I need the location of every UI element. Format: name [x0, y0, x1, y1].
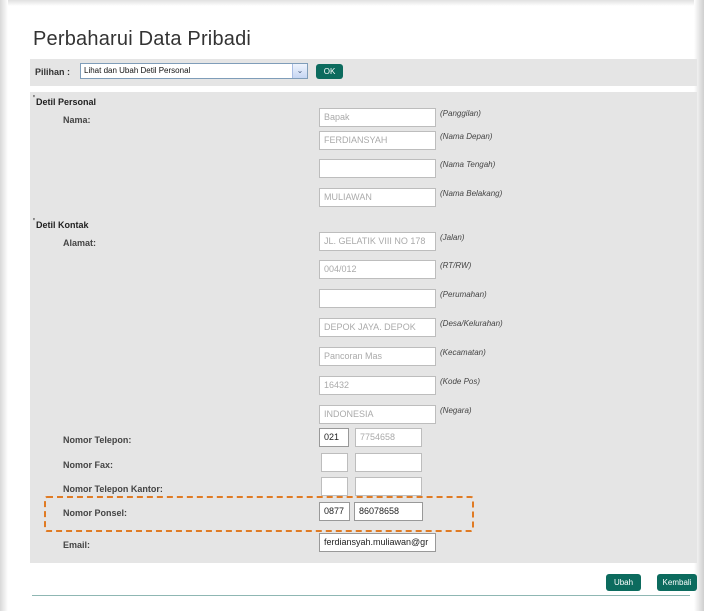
- telepon-kantor-label: Nomor Telepon Kantor:: [63, 484, 163, 494]
- rt-rw-hint: (RT/RW): [440, 261, 472, 270]
- email-field[interactable]: ferdiansyah.muliawan@gr: [319, 533, 436, 552]
- kode-pos-field[interactable]: 16432: [319, 376, 436, 395]
- kecamatan-hint: (Kecamatan): [440, 348, 486, 357]
- jalan-field[interactable]: JL. GELATIK VIII NO 178: [319, 232, 436, 251]
- form-area: Detil Personal Nama: Bapak (Panggilan) F…: [30, 92, 697, 563]
- kantor-number-field[interactable]: [355, 477, 422, 496]
- pilihan-label: Pilihan :: [35, 67, 71, 77]
- panggilan-field[interactable]: Bapak: [319, 108, 436, 127]
- window-shadow-left: [0, 0, 8, 611]
- page-title: Perbaharui Data Pribadi: [33, 28, 252, 50]
- perumahan-hint: (Perumahan): [440, 290, 487, 299]
- perumahan-field[interactable]: [319, 289, 436, 308]
- kantor-code-field[interactable]: [321, 477, 348, 496]
- nama-belakang-hint: (Nama Belakang): [440, 189, 503, 198]
- pilihan-bar: Pilihan : Lihat dan Ubah Detil Personal …: [30, 59, 697, 86]
- email-label: Email:: [63, 540, 91, 550]
- ok-button[interactable]: OK: [316, 64, 343, 79]
- jalan-hint: (Jalan): [440, 233, 465, 242]
- telepon-number-field[interactable]: 7754658: [355, 428, 422, 447]
- telepon-label: Nomor Telepon:: [63, 435, 132, 445]
- kode-pos-hint: (Kode Pos): [440, 377, 481, 386]
- nama-tengah-field[interactable]: [319, 159, 436, 178]
- kecamatan-field[interactable]: Pancoran Mas: [319, 347, 436, 366]
- panggilan-hint: (Panggilan): [440, 109, 481, 118]
- pilihan-selected-value: Lihat dan Ubah Detil Personal: [84, 66, 191, 75]
- alamat-label: Alamat:: [63, 238, 97, 248]
- ponsel-highlight-box: [44, 496, 474, 532]
- nama-tengah-hint: (Nama Tengah): [440, 160, 496, 169]
- fax-label: Nomor Fax:: [63, 460, 114, 470]
- pilihan-select[interactable]: Lihat dan Ubah Detil Personal ⌄: [80, 63, 308, 79]
- kembali-button[interactable]: Kembali: [657, 574, 697, 591]
- chevron-down-icon[interactable]: ⌄: [292, 64, 307, 78]
- nama-label: Nama:: [63, 115, 91, 125]
- fax-number-field[interactable]: [355, 453, 422, 472]
- section-detil-kontak: Detil Kontak: [33, 217, 88, 230]
- negara-hint: (Negara): [440, 406, 472, 415]
- negara-field[interactable]: INDONESIA: [319, 405, 436, 424]
- telepon-code-field[interactable]: 021: [319, 428, 349, 447]
- nama-depan-hint: (Nama Depan): [440, 132, 493, 141]
- section-detil-personal: Detil Personal: [33, 94, 96, 107]
- desa-kelurahan-hint: (Desa/Kelurahan): [440, 319, 503, 328]
- nama-belakang-field[interactable]: MULIAWAN: [319, 188, 436, 207]
- window-shadow-top: [0, 0, 704, 6]
- nama-depan-field[interactable]: FERDIANSYAH: [319, 131, 436, 150]
- fax-code-field[interactable]: [321, 453, 348, 472]
- desa-kelurahan-field[interactable]: DEPOK JAYA. DEPOK: [319, 318, 436, 337]
- ubah-button[interactable]: Ubah: [606, 574, 641, 591]
- rt-rw-field[interactable]: 004/012: [319, 260, 436, 279]
- footer-divider: [32, 595, 690, 596]
